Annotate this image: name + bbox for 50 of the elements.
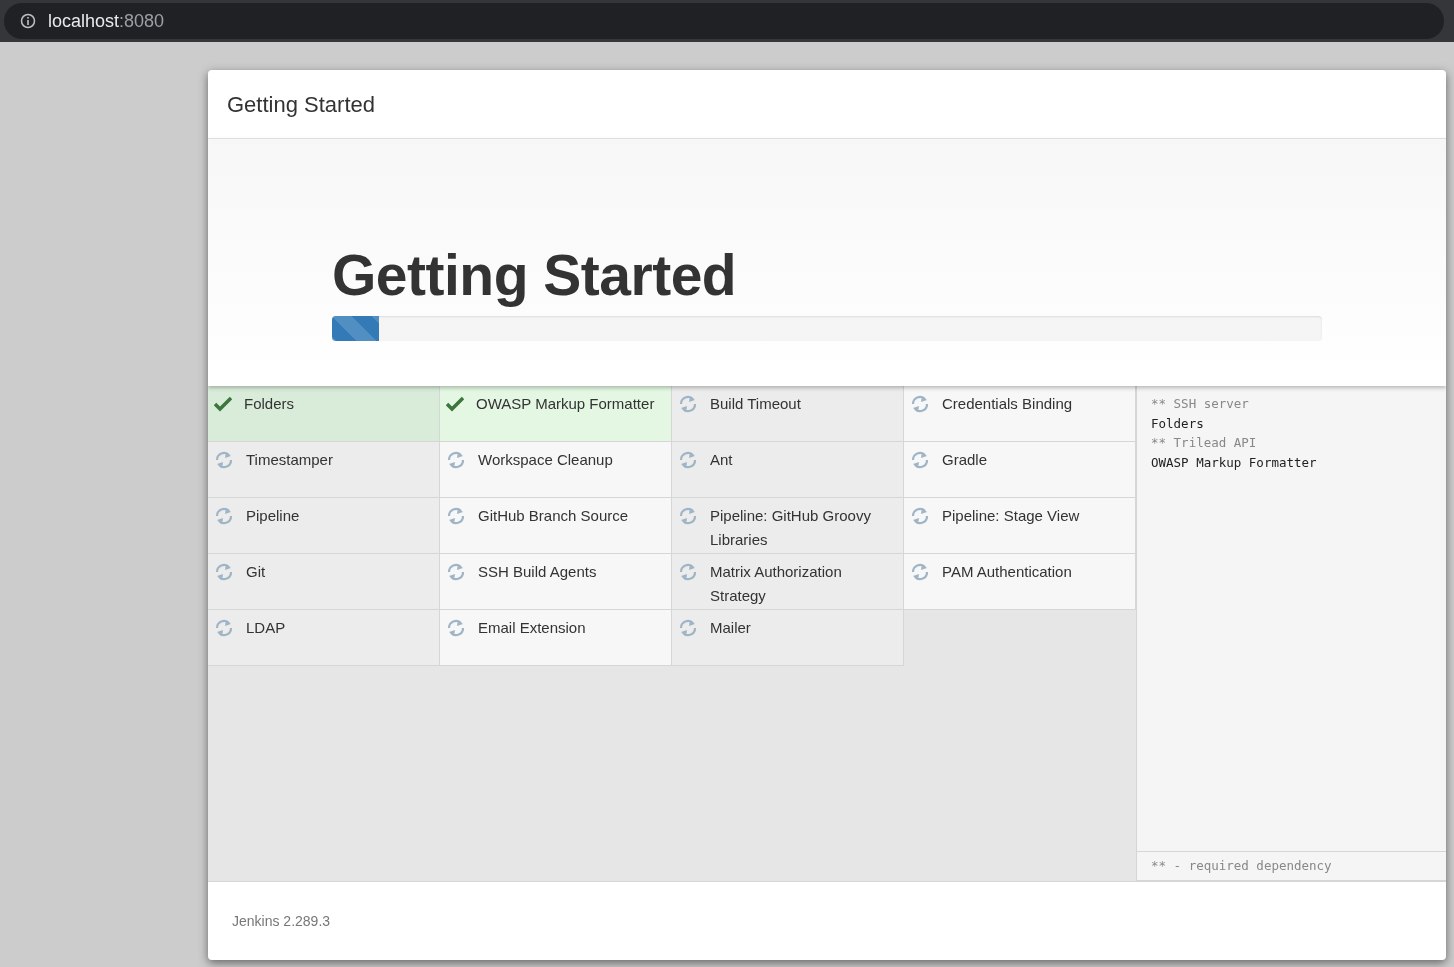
plugin-name: Pipeline: GitHub Groovy Libraries bbox=[710, 506, 872, 550]
dialog-title: Getting Started bbox=[227, 90, 375, 119]
address-bar[interactable]: localhost:8080 bbox=[4, 3, 1444, 39]
refresh-icon bbox=[678, 451, 698, 469]
plugin-name: Gradle bbox=[942, 450, 988, 470]
log-line: OWASP Markup Formatter bbox=[1151, 453, 1318, 472]
plugin-name: Ant bbox=[710, 450, 733, 470]
log-line: ** SSH server bbox=[1151, 395, 1250, 413]
check-icon bbox=[214, 396, 232, 412]
log-line: ** Trilead API bbox=[1151, 434, 1258, 452]
refresh-icon bbox=[910, 451, 930, 469]
plugin-name: Git bbox=[246, 562, 266, 582]
plugin-name: Email Extension bbox=[478, 618, 586, 638]
refresh-icon bbox=[678, 563, 698, 581]
plugin-name: Matrix Authorization Strategy bbox=[710, 562, 843, 606]
refresh-icon bbox=[910, 563, 930, 581]
refresh-icon bbox=[910, 395, 930, 413]
plugin-name: OWASP Markup Formatter bbox=[476, 394, 655, 414]
legend-text: ** - required dependency bbox=[1151, 856, 1332, 875]
plugin-name: Build Timeout bbox=[710, 394, 801, 414]
plugin-name: Mailer bbox=[710, 618, 751, 638]
refresh-icon bbox=[678, 395, 698, 413]
plugin-name: PAM Authentication bbox=[942, 562, 1072, 582]
check-icon bbox=[446, 396, 464, 412]
plugin-name: SSH Build Agents bbox=[478, 562, 597, 582]
plugin-name: Pipeline bbox=[246, 506, 300, 526]
refresh-icon bbox=[446, 563, 466, 581]
plugin-name: GitHub Branch Source bbox=[478, 506, 629, 526]
refresh-icon bbox=[678, 619, 698, 637]
plugin-name: Workspace Cleanup bbox=[478, 450, 613, 470]
url-host: localhost bbox=[48, 9, 120, 33]
version-text: Jenkins 2.289.3 bbox=[232, 911, 331, 931]
refresh-icon bbox=[214, 451, 234, 469]
refresh-icon bbox=[910, 507, 930, 525]
refresh-icon bbox=[446, 619, 466, 637]
plugin-name: Pipeline: Stage View bbox=[942, 506, 1080, 526]
log-line: Folders bbox=[1151, 414, 1205, 433]
info-icon[interactable] bbox=[20, 13, 36, 29]
plugin-name: LDAP bbox=[246, 618, 286, 638]
refresh-icon bbox=[214, 619, 234, 637]
url-port: :8080 bbox=[119, 9, 165, 33]
refresh-icon bbox=[214, 563, 234, 581]
refresh-icon bbox=[214, 507, 234, 525]
plugin-name: Credentials Binding bbox=[942, 394, 1073, 414]
plugin-name: Folders bbox=[244, 394, 295, 414]
hero-heading: Getting Started bbox=[332, 242, 738, 309]
refresh-icon bbox=[446, 451, 466, 469]
refresh-icon bbox=[446, 507, 466, 525]
plugin-name: Timestamper bbox=[246, 450, 333, 470]
refresh-icon bbox=[678, 507, 698, 525]
